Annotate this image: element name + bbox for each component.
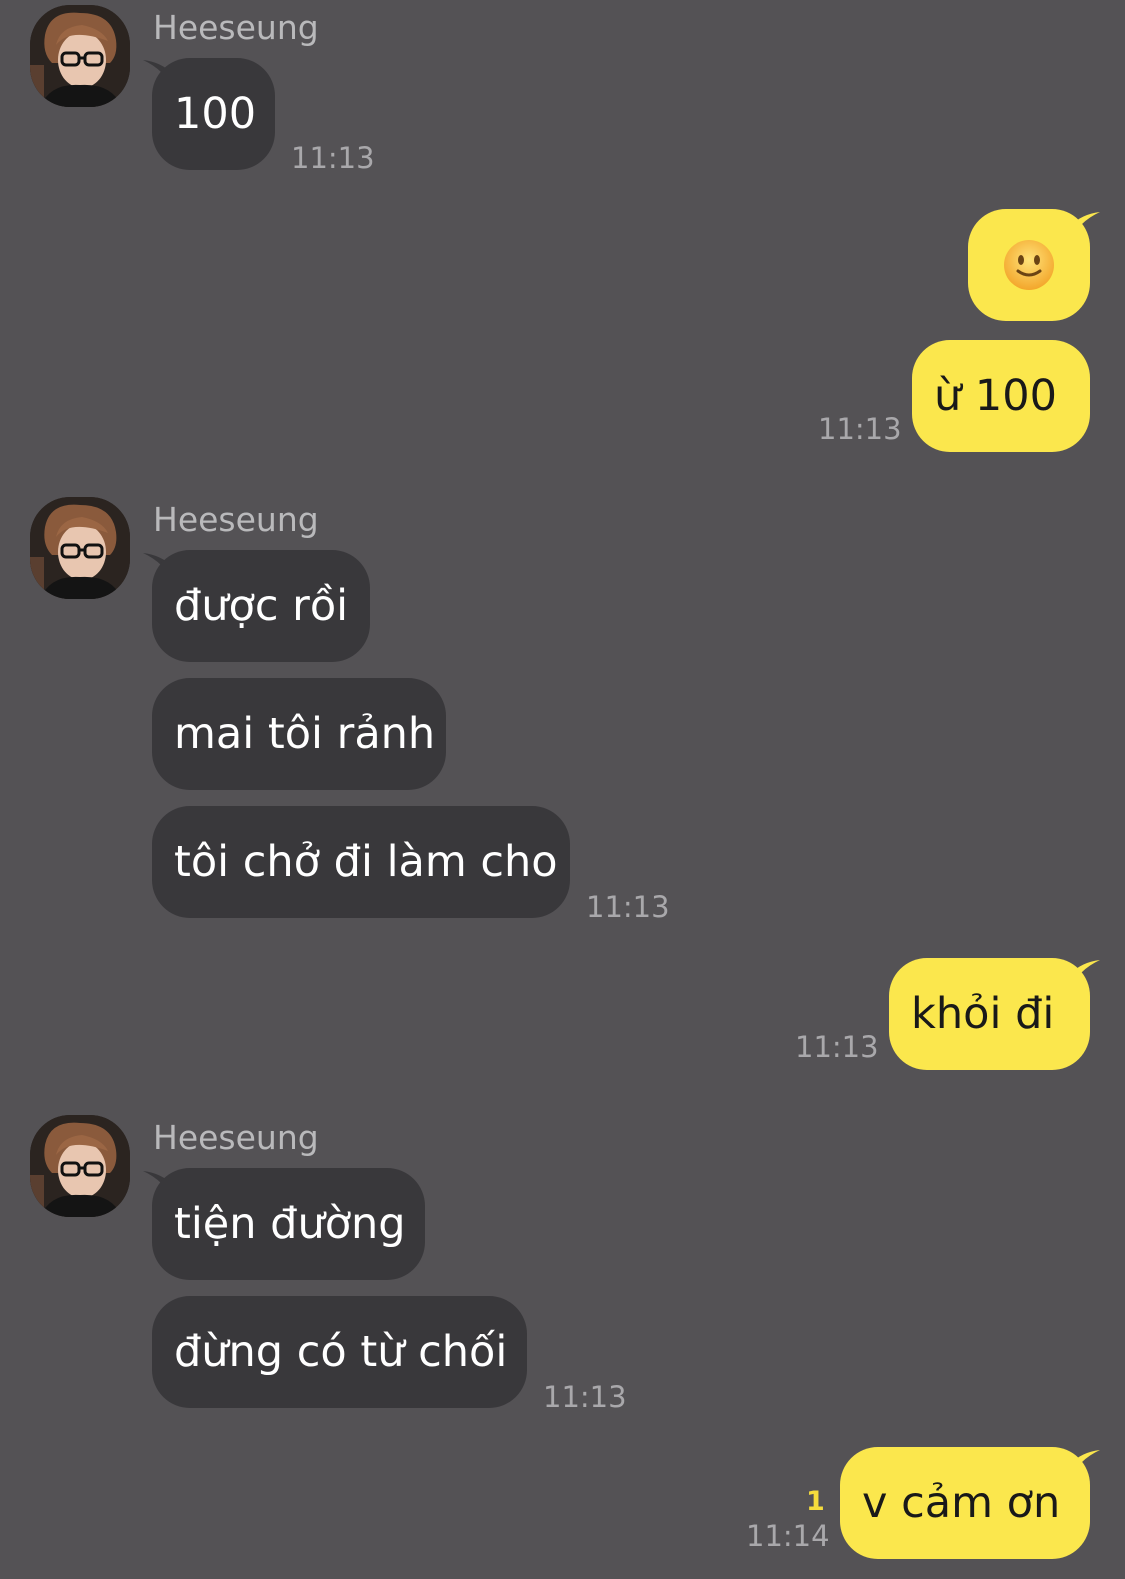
message-text: ừ 100 — [934, 371, 1057, 421]
avatar-photo — [30, 497, 130, 599]
message-text: v cảm ơn — [862, 1478, 1061, 1528]
message-text: khỏi đi — [911, 989, 1055, 1039]
message-text: đừng có từ chối — [174, 1327, 508, 1377]
message-bubble-outgoing[interactable]: ừ 100 — [912, 340, 1090, 452]
message-bubble-outgoing-emoji[interactable] — [968, 209, 1090, 321]
avatar[interactable] — [30, 1115, 130, 1217]
message-text: tôi chở đi làm cho — [174, 837, 558, 887]
message-bubble-incoming[interactable]: mai tôi rảnh — [152, 678, 446, 790]
message-timestamp: 11:13 — [818, 412, 902, 446]
message-text: tiện đường — [174, 1199, 406, 1249]
message-text: 100 — [174, 89, 257, 139]
avatar[interactable] — [30, 5, 130, 107]
message-bubble-incoming[interactable]: được rồi — [152, 550, 370, 662]
avatar[interactable] — [30, 497, 130, 599]
message-bubble-incoming[interactable]: đừng có từ chối — [152, 1296, 527, 1408]
message-timestamp: 11:13 — [291, 141, 375, 175]
message-text: được rồi — [174, 581, 349, 631]
sender-name: Heeseung — [153, 500, 319, 539]
unread-count-badge: 1 — [806, 1486, 825, 1517]
sender-name: Heeseung — [153, 1118, 319, 1157]
message-timestamp: 11:13 — [795, 1030, 879, 1064]
message-timestamp: 11:13 — [543, 1380, 627, 1414]
message-timestamp: 11:14 — [746, 1519, 830, 1553]
message-bubble-incoming[interactable]: tôi chở đi làm cho — [152, 806, 570, 918]
message-bubble-outgoing[interactable]: v cảm ơn — [840, 1447, 1090, 1559]
message-bubble-incoming[interactable]: tiện đường — [152, 1168, 425, 1280]
message-bubble-outgoing[interactable]: khỏi đi — [889, 958, 1090, 1070]
avatar-photo — [30, 5, 130, 107]
message-timestamp: 11:13 — [586, 890, 670, 924]
slightly-smiling-face-icon — [1004, 240, 1054, 290]
message-bubble-incoming[interactable]: 100 — [152, 58, 275, 170]
sender-name: Heeseung — [153, 8, 319, 47]
avatar-photo — [30, 1115, 130, 1217]
message-text: mai tôi rảnh — [174, 709, 436, 759]
